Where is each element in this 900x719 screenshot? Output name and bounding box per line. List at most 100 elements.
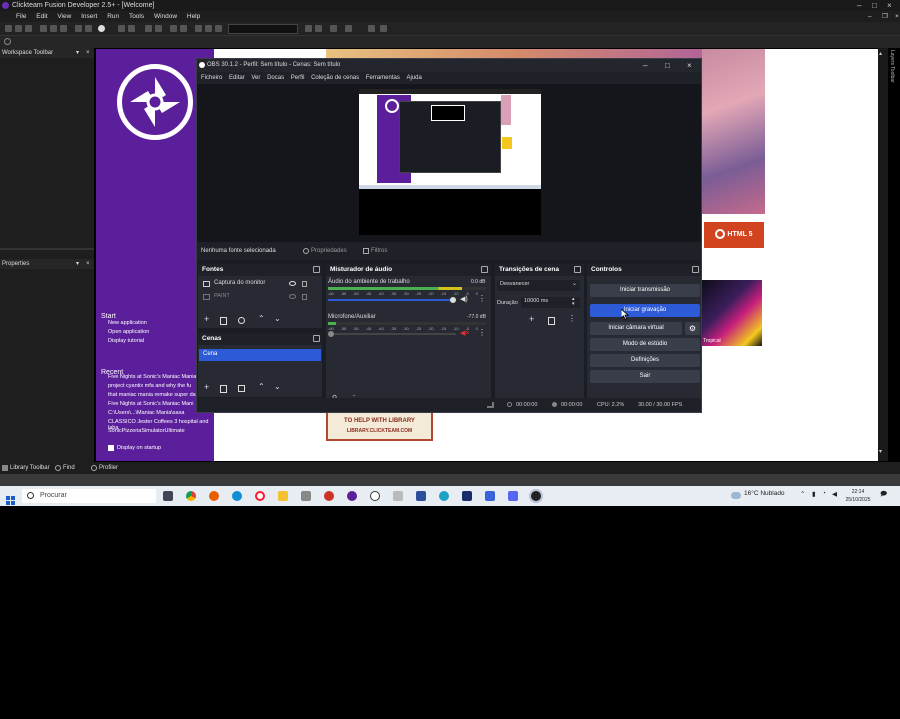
move-up-icon[interactable]: ⌃ — [258, 314, 265, 323]
browser-icon[interactable] — [439, 491, 449, 501]
scene-item-cena[interactable]: Cena — [199, 349, 321, 361]
obs-menu-ver[interactable]: Ver — [251, 72, 260, 84]
data-elements-icon[interactable] — [368, 25, 375, 32]
properties-button[interactable]: Propriedades — [311, 242, 347, 260]
app-icon[interactable] — [301, 491, 311, 501]
controls-undock-icon[interactable] — [692, 266, 699, 273]
redo-icon[interactable] — [85, 25, 92, 32]
spin-arrows-icon[interactable]: ▴ ▾ — [572, 297, 575, 307]
menu-edit[interactable]: Edit — [36, 11, 47, 22]
obs-taskbar-icon[interactable] — [531, 491, 541, 501]
next-frame-icon[interactable] — [315, 25, 322, 32]
zoom-icon[interactable] — [195, 25, 202, 32]
build-icon[interactable] — [380, 25, 387, 32]
library-banner[interactable]: TO HELP WITH LIBRARY LIBRARY.CLICKTEAM.C… — [326, 411, 433, 441]
close-icon[interactable]: × — [887, 0, 892, 11]
edge-icon[interactable] — [232, 491, 242, 501]
maximize-icon[interactable]: □ — [872, 0, 877, 11]
transition-select[interactable]: Desvanecer ⌄ — [497, 280, 580, 291]
start-recording-button[interactable]: Iniciar gravação — [590, 304, 700, 317]
news-artwork-image[interactable] — [702, 49, 765, 214]
discord-icon[interactable] — [508, 491, 518, 501]
properties-close-icon[interactable]: × — [86, 259, 90, 269]
transitions-undock-icon[interactable] — [574, 266, 581, 273]
notifications-icon[interactable]: 🗩 — [880, 490, 887, 501]
volume-slider-handle[interactable] — [328, 331, 334, 337]
open-application-link[interactable]: Open application — [108, 329, 149, 335]
menu-window[interactable]: Window — [154, 11, 177, 22]
battery-icon[interactable]: ▮ — [812, 490, 816, 498]
start-virtual-camera-button[interactable]: Iniciar câmara virtual — [590, 322, 682, 335]
recent-item[interactable]: SonicPizzeriaSimulatorUltimate — [108, 428, 185, 434]
virtual-camera-settings-gear-icon[interactable]: ⚙ — [685, 322, 700, 335]
opera-icon[interactable] — [255, 491, 265, 501]
lock-icon[interactable] — [302, 281, 307, 287]
obs-menu-ficheiro[interactable]: Ficheiro — [201, 72, 222, 84]
mixer-undock-icon[interactable] — [481, 266, 488, 273]
mdi-minimize-icon[interactable]: – — [868, 11, 872, 22]
frame-selector-combo[interactable] — [228, 24, 298, 34]
obs-menu-editar[interactable]: Editar — [229, 72, 245, 84]
new-application-link[interactable]: New application — [108, 320, 147, 326]
scenes-undock-icon[interactable] — [313, 335, 320, 342]
lock-icon[interactable] — [302, 294, 307, 300]
stop-icon[interactable] — [128, 25, 135, 32]
speaker-icon[interactable]: ◀) — [460, 295, 468, 303]
minimize-icon[interactable]: – — [857, 0, 861, 11]
recent-item[interactable]: that maniac mania remake super da — [108, 392, 196, 398]
editor-icon[interactable] — [416, 491, 426, 501]
obs-close-icon[interactable]: × — [687, 59, 692, 72]
game-icon[interactable] — [324, 491, 334, 501]
duration-spinbox[interactable]: 10000 ms ▴ ▾ — [521, 297, 580, 308]
add-transition-icon[interactable]: + — [529, 314, 534, 324]
panel-splitter[interactable] — [0, 248, 94, 250]
undo-icon[interactable] — [75, 25, 82, 32]
add-source-icon[interactable]: + — [204, 314, 209, 324]
layers-toolbar-label[interactable]: Layers Toolbar — [889, 50, 895, 83]
visibility-hidden-icon[interactable] — [289, 294, 296, 299]
network-icon[interactable]: ◔ — [822, 490, 826, 497]
obs-menu-ferramentas[interactable]: Ferramentas — [366, 72, 400, 84]
menu-tools[interactable]: Tools — [129, 11, 144, 22]
tab-find[interactable]: Find — [63, 462, 75, 474]
sources-undock-icon[interactable] — [313, 266, 320, 273]
muted-speaker-icon[interactable]: ◀× — [460, 329, 469, 337]
obs-minimize-icon[interactable]: – — [643, 59, 647, 72]
event-list-icon[interactable] — [345, 25, 352, 32]
chrome-icon[interactable] — [186, 491, 196, 501]
source-settings-gear-icon[interactable] — [238, 317, 245, 324]
scene-up-icon[interactable]: ⌃ — [258, 382, 265, 391]
obs-menu-ajuda[interactable]: Ajuda — [407, 72, 422, 84]
recent-item[interactable]: Five Nights at Sonic's Maniac Mania — [108, 374, 196, 380]
cut-icon[interactable] — [40, 25, 47, 32]
storyboard-icon[interactable] — [330, 25, 337, 32]
properties-pin-icon[interactable]: ▾ — [76, 259, 79, 269]
add-scene-icon[interactable]: + — [204, 382, 209, 392]
layers-icon[interactable] — [180, 25, 187, 32]
tab-library-toolbar[interactable]: Library Toolbar — [10, 462, 50, 474]
volume-icon[interactable]: ◀ — [832, 490, 837, 498]
obs-menu-colecao[interactable]: Coleção de cenas — [311, 72, 359, 84]
taskbar-search-input[interactable]: Procurar — [22, 489, 156, 503]
scene-filters-icon[interactable] — [238, 385, 245, 392]
menu-file[interactable]: File — [16, 11, 26, 22]
mdi-restore-icon[interactable]: ❐ — [882, 11, 888, 22]
start-button-icon[interactable] — [6, 492, 15, 505]
store-icon[interactable] — [485, 491, 495, 501]
tool-icon[interactable] — [393, 491, 403, 501]
grid-icon[interactable] — [145, 25, 152, 32]
transition-menu-icon[interactable]: ⋮ — [568, 314, 576, 323]
copy-icon[interactable] — [50, 25, 57, 32]
volume-slider[interactable] — [328, 297, 456, 303]
recent-item[interactable]: project cyantix mfa and why the fu — [108, 383, 191, 389]
run-icon[interactable] — [118, 25, 125, 32]
menu-insert[interactable]: Insert — [81, 11, 97, 22]
track-menu-icon[interactable]: ⋮ — [478, 294, 486, 303]
start-streaming-button[interactable]: Iniciar transmissão — [590, 284, 700, 297]
settings-button[interactable]: Definições — [590, 354, 700, 367]
weather-text[interactable]: 16°C Nublado — [744, 490, 785, 497]
visibility-eye-icon[interactable] — [289, 281, 296, 286]
paste-icon[interactable] — [60, 25, 67, 32]
recent-item[interactable]: Five Nights at Sonic's Maniac Mani — [108, 401, 193, 407]
taskbar-clock[interactable]: 22:14 25/10/2025 — [844, 488, 872, 504]
